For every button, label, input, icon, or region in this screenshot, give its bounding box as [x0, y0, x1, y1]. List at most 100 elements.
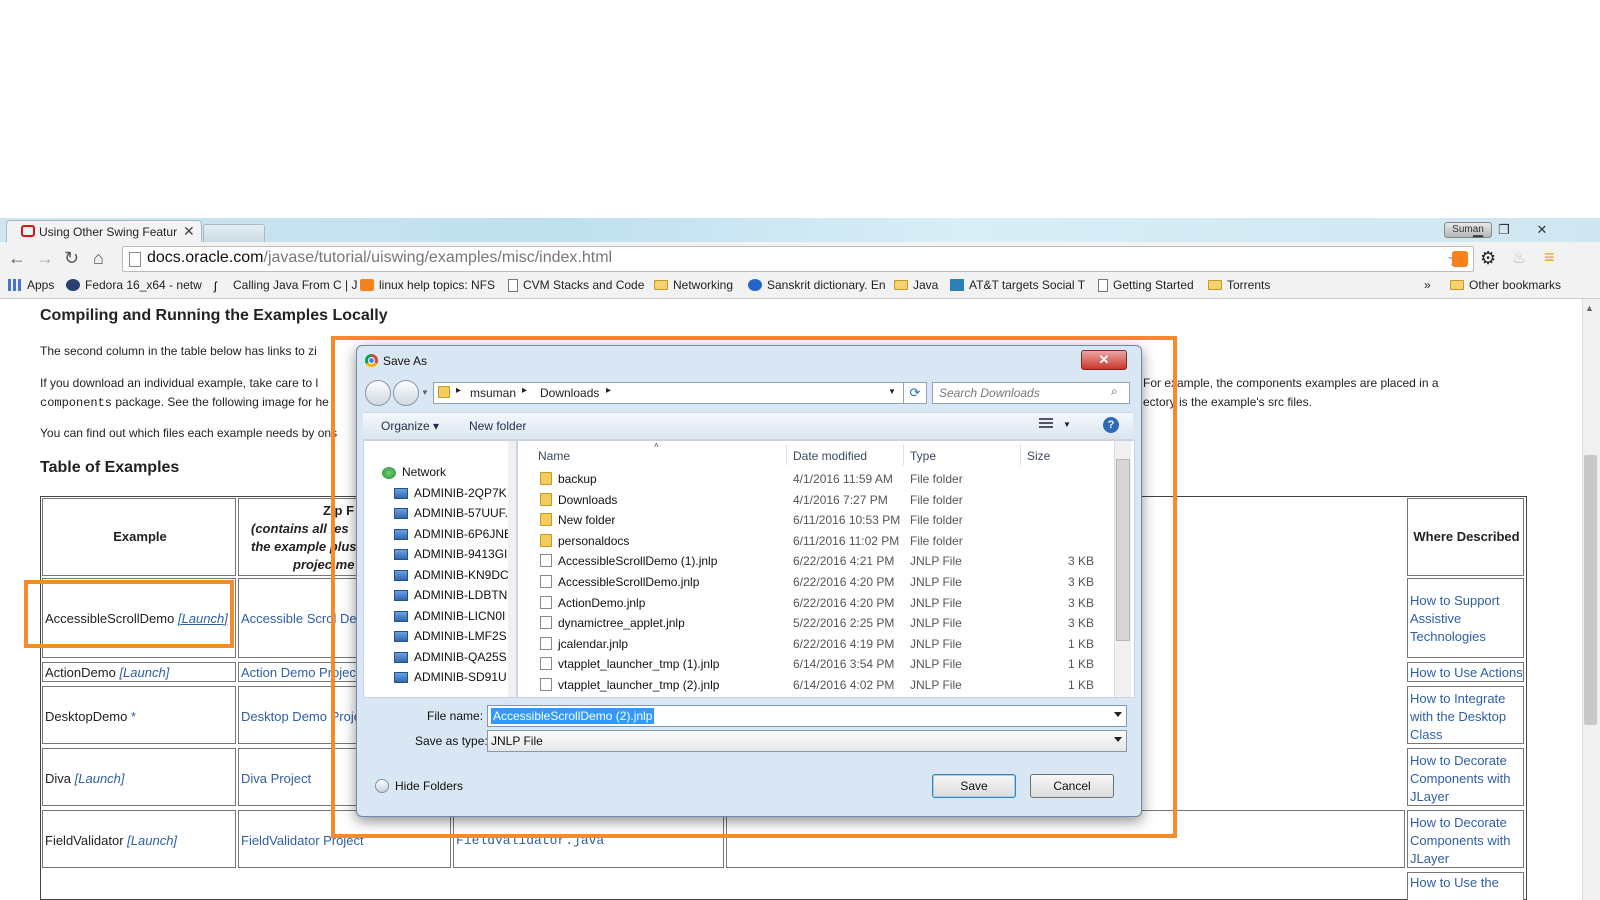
bookmark-folder-other[interactable]: Other bookmarks: [1450, 278, 1561, 292]
settings-gear-icon[interactable]: ⚙: [1480, 248, 1498, 268]
bookmark-item-fedora[interactable]: Fedora 16_x64 - netw: [66, 278, 202, 292]
forward-button[interactable]: [393, 380, 419, 406]
where-link[interactable]: How to Decorate: [1410, 815, 1507, 830]
view-dropdown-icon[interactable]: ▼: [1063, 420, 1071, 429]
path-segment-user[interactable]: msuman: [470, 386, 516, 400]
where-link[interactable]: Technologies: [1410, 629, 1486, 644]
bookmark-item-linux-help[interactable]: linux help topics: NFS: [360, 278, 495, 292]
file-list-item[interactable]: AccessibleScrollDemo.jnlp 6/22/2016 4:20 …: [518, 572, 1108, 592]
bookmark-folder-networking[interactable]: Networking: [654, 278, 733, 292]
scroll-up-arrow-icon[interactable]: ▲: [1585, 303, 1594, 313]
where-link[interactable]: JLayer: [1410, 789, 1449, 804]
file-list-item[interactable]: personaldocs 6/11/2016 11:02 PM File folde…: [518, 531, 1108, 551]
bookmark-folder-torrents[interactable]: Torrents: [1208, 278, 1270, 292]
forward-icon[interactable]: →: [36, 248, 54, 269]
address-bar[interactable]: docs.oracle.com/javase/tutorial/uiswing/…: [122, 246, 1474, 272]
nav-computer-item[interactable]: ADMINIB-KN9DC: [394, 568, 509, 582]
window-close-icon[interactable]: ✕: [1530, 222, 1554, 238]
column-type[interactable]: Type: [910, 449, 936, 463]
where-link[interactable]: Components with: [1410, 833, 1510, 848]
view-options-icon[interactable]: [1039, 418, 1053, 430]
where-link[interactable]: JLayer: [1410, 851, 1449, 866]
help-icon[interactable]: ?: [1103, 417, 1119, 433]
file-list-item[interactable]: AccessibleScrollDemo (1).jnlp 6/22/2016 4…: [518, 551, 1108, 571]
recent-dropdown-icon[interactable]: ▼: [421, 388, 429, 397]
chevron-down-icon[interactable]: [1114, 712, 1122, 717]
bookmark-folder-java[interactable]: Java: [894, 278, 938, 292]
save-button[interactable]: Save: [932, 774, 1016, 798]
back-icon[interactable]: ←: [8, 248, 26, 269]
home-icon[interactable]: ⌂: [93, 248, 104, 269]
bookmark-item-cvm-stacks[interactable]: CVM Stacks and Code: [508, 278, 644, 292]
launch-link[interactable]: [Launch]: [75, 771, 125, 786]
file-list-item[interactable]: jcalendar.jnlp 6/22/2016 4:19 PM JNLP File…: [518, 634, 1108, 654]
column-size[interactable]: Size: [1027, 449, 1050, 463]
path-segment-downloads[interactable]: Downloads: [540, 386, 599, 400]
save-as-type-select[interactable]: JNLP File: [487, 730, 1127, 752]
file-list-item[interactable]: backup 4/1/2016 11:59 AM File folder: [518, 469, 1108, 489]
bookmark-item-sanskrit[interactable]: Sanskrit dictionary. En: [748, 278, 886, 292]
tab-active[interactable]: Using Other Swing Featur ✕: [6, 220, 202, 243]
file-name-input[interactable]: AccessibleScrollDemo (2).jnlp: [487, 705, 1127, 727]
file-list-item[interactable]: vtapplet_launcher_tmp (1).jnlp 6/14/2016 …: [518, 654, 1108, 674]
refresh-icon[interactable]: ⟳: [903, 382, 927, 404]
column-date-modified[interactable]: Date modified: [793, 449, 867, 463]
where-link[interactable]: Assistive: [1410, 611, 1461, 626]
nav-computer-item[interactable]: ADMINIB-57UUF.: [394, 506, 508, 520]
file-list-scrollbar-thumb[interactable]: [1116, 459, 1130, 641]
organize-menu[interactable]: Organize ▾: [381, 419, 439, 433]
nav-computer-item[interactable]: ADMINIB-LDBTN: [394, 588, 507, 602]
launch-link[interactable]: [Launch]: [127, 833, 177, 848]
back-button[interactable]: [365, 380, 391, 406]
apps-bookmark[interactable]: Apps: [8, 278, 54, 292]
file-list-item[interactable]: dynamictree_applet.jnlp 5/22/2016 2:25 PM…: [518, 613, 1108, 633]
search-icon[interactable]: ⌕: [1111, 384, 1118, 399]
launch-link[interactable]: [Launch]: [119, 665, 169, 680]
where-link[interactable]: How to Decorate: [1410, 753, 1507, 768]
nav-computer-item[interactable]: ADMINIB-SD91U: [394, 670, 507, 684]
reload-icon[interactable]: ↻: [64, 248, 79, 269]
column-name[interactable]: Name: [538, 449, 570, 463]
where-link[interactable]: Components with: [1410, 771, 1510, 786]
nav-network[interactable]: Network: [382, 465, 446, 479]
file-list-item[interactable]: ActionDemo.jnlp 6/22/2016 4:20 PM JNLP Fil…: [518, 593, 1108, 613]
hide-folders-toggle[interactable]: Hide Folders: [375, 779, 463, 793]
file-list-item[interactable]: vtapplet_launcher_tmp (2).jnlp 6/14/2016 …: [518, 675, 1108, 695]
blogger-extension-icon[interactable]: [1452, 251, 1468, 267]
path-dropdown-icon[interactable]: ▼: [888, 387, 896, 396]
nav-computer-item[interactable]: ADMINIB-LMF2S: [394, 629, 507, 643]
nav-computer-item[interactable]: ADMINIB-QA25S: [394, 650, 507, 664]
search-input[interactable]: Search Downloads ⌕: [932, 382, 1130, 404]
file-list-item[interactable]: Downloads 4/1/2016 7:27 PM File folder: [518, 490, 1108, 510]
where-link[interactable]: Class: [1410, 727, 1443, 742]
nav-computer-item[interactable]: ADMINIB-6P6JNE: [394, 527, 512, 541]
bookmark-item-calling-java[interactable]: ʃ Calling Java From C | J: [214, 278, 357, 293]
asterisk-link[interactable]: *: [131, 709, 136, 724]
bookmarks-overflow-chevron[interactable]: »: [1424, 278, 1431, 292]
cancel-button[interactable]: Cancel: [1030, 774, 1114, 798]
where-link[interactable]: with the Desktop: [1410, 709, 1506, 724]
nav-computer-item[interactable]: ADMINIB-LICN0I: [394, 609, 505, 623]
where-link[interactable]: How to Integrate: [1410, 691, 1505, 706]
java-extension-icon[interactable]: ♨: [1512, 248, 1530, 267]
path-bar[interactable]: ▸ msuman ▸ Downloads ▸ ▼: [433, 382, 905, 404]
bookmark-item-getting-started[interactable]: Getting Started: [1098, 278, 1194, 292]
dialog-titlebar[interactable]: [357, 346, 1141, 374]
where-link[interactable]: How to Use Actions: [1410, 665, 1523, 680]
restore-icon[interactable]: ❐: [1492, 222, 1516, 238]
where-link[interactable]: How to Use the: [1410, 875, 1499, 890]
menu-hamburger-icon[interactable]: ≡: [1544, 247, 1562, 267]
zip-link[interactable]: Diva Project: [241, 771, 311, 786]
nav-computer-item[interactable]: ADMINIB-9413GI: [394, 547, 507, 561]
new-folder-button[interactable]: New folder: [469, 419, 526, 433]
new-tab-button[interactable]: [203, 224, 265, 243]
nav-scrollbar[interactable]: [508, 441, 516, 697]
minimize-icon[interactable]: ▁: [1466, 222, 1490, 238]
file-list-item[interactable]: New folder 6/11/2016 10:53 PM File folder: [518, 510, 1108, 530]
nav-computer-item[interactable]: ADMINIB-2QP7K: [394, 486, 507, 500]
chevron-down-icon[interactable]: [1114, 737, 1122, 742]
bookmark-item-att[interactable]: AT&T targets Social T: [950, 278, 1085, 292]
dialog-close-button[interactable]: ✕: [1081, 350, 1127, 370]
tab-close-icon[interactable]: ✕: [183, 223, 195, 240]
page-scrollbar-thumb[interactable]: [1584, 455, 1597, 725]
